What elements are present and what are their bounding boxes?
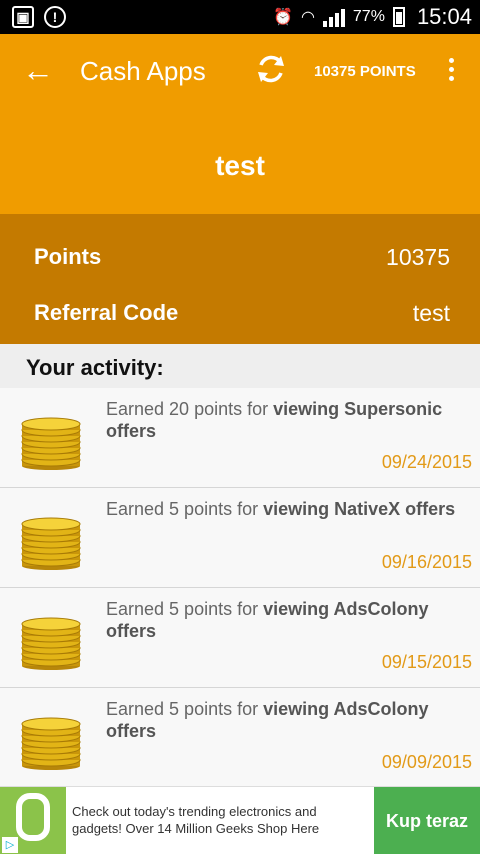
- list-item[interactable]: Earned 20 points for viewing Supersonic …: [0, 388, 480, 488]
- points-row: Points 10375: [34, 244, 450, 284]
- points-label: Points: [34, 244, 102, 269]
- activity-date: 09/24/2015: [381, 452, 472, 472]
- back-arrow-icon[interactable]: ←: [22, 54, 54, 86]
- activity-date: 09/15/2015: [381, 652, 472, 672]
- battery-icon: [392, 7, 405, 27]
- alert-notification-icon: !: [44, 6, 66, 28]
- profile-header: test: [0, 110, 480, 214]
- coin-stack-icon: [21, 517, 81, 570]
- activity-description: Earned 5 points for viewing AdsColony of…: [106, 699, 429, 741]
- coin-stack-icon: [21, 617, 81, 670]
- referral-value: test: [412, 300, 450, 326]
- activity-description: Earned 5 points for viewing AdsColony of…: [106, 599, 429, 641]
- adchoices-icon[interactable]: ▷: [2, 837, 18, 853]
- alarm-icon: ⏰: [273, 9, 293, 26]
- referral-row: Referral Code test: [34, 300, 450, 340]
- list-item[interactable]: Earned 5 points for viewing NativeX offe…: [0, 488, 480, 588]
- clock: 15:04: [416, 4, 472, 29]
- activity-date: 09/09/2015: [381, 752, 472, 772]
- overflow-menu-icon[interactable]: [440, 56, 462, 86]
- coin-stack-icon: [21, 417, 81, 470]
- activity-date: 09/16/2015: [381, 552, 472, 572]
- battery-percent: 77%: [352, 8, 385, 25]
- gallery-notification-icon: ▣: [12, 6, 34, 28]
- activity-title: Your activity:: [26, 355, 164, 380]
- advertiser-logo: ▷: [0, 787, 66, 854]
- ad-cta-button[interactable]: Kup teraz: [374, 787, 480, 854]
- referral-label: Referral Code: [34, 300, 179, 325]
- app-title: Cash Apps: [80, 56, 206, 86]
- activity-description: Earned 5 points for viewing NativeX offe…: [106, 499, 456, 519]
- app-bar: ← Cash Apps 10375 POINTS: [0, 34, 480, 110]
- profile-name: test: [215, 150, 265, 181]
- points-counter: 10375 POINTS: [314, 63, 416, 80]
- ad-text: Check out today's trending electronics a…: [72, 804, 320, 836]
- activity-header: Your activity:: [0, 344, 480, 388]
- activity-description: Earned 20 points for viewing Supersonic …: [106, 399, 443, 441]
- wifi-icon: ◠: [300, 9, 315, 26]
- status-bar: ▣ ! ⏰ ◠ 77% 15:04: [0, 0, 480, 34]
- profile-info: Points 10375 Referral Code test: [0, 214, 480, 344]
- signal-icon: [322, 7, 345, 27]
- points-value: 10375: [386, 244, 450, 270]
- activity-list[interactable]: Earned 20 points for viewing Supersonic …: [0, 388, 480, 786]
- ad-banner[interactable]: ▷ Check out today's trending electronics…: [0, 786, 480, 854]
- refresh-icon[interactable]: [254, 52, 288, 86]
- coin-stack-icon: [21, 717, 81, 770]
- list-item[interactable]: Earned 5 points for viewing AdsColony of…: [0, 588, 480, 688]
- list-item[interactable]: Earned 5 points for viewing AdsColony of…: [0, 688, 480, 786]
